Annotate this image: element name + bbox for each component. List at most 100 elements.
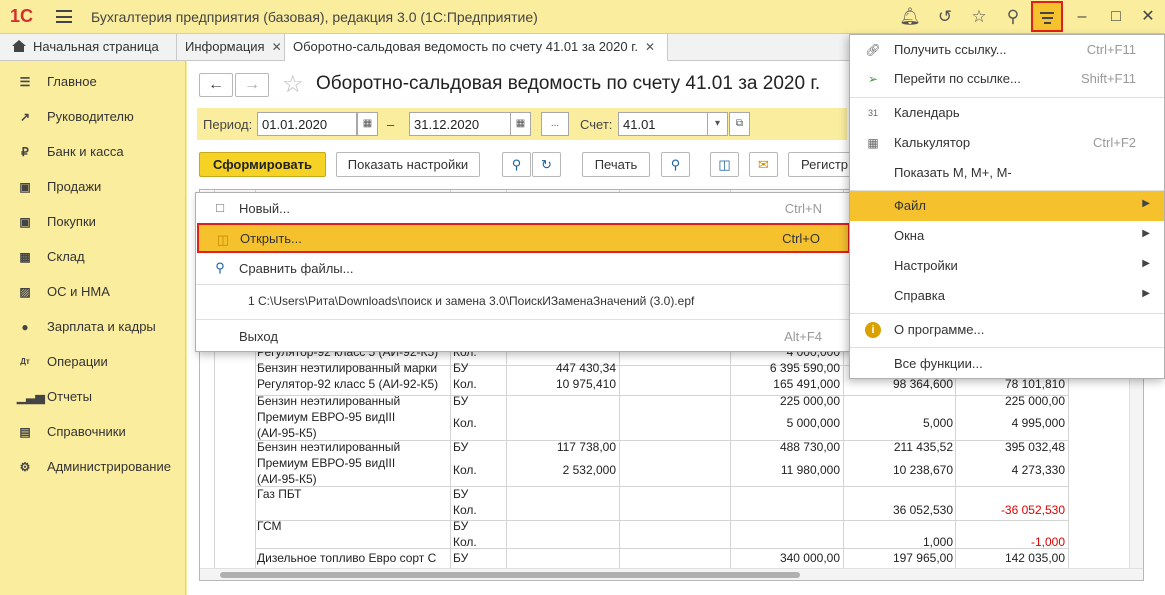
search-icon[interactable]: ⚲ <box>1000 5 1026 29</box>
bell-icon[interactable]: 🔔︎ <box>897 5 923 29</box>
menu-item-calendar[interactable]: 31 Календарь <box>850 98 1164 128</box>
sidebar-item-administration[interactable]: ⚙ Администрирование <box>0 452 186 482</box>
minimize-button[interactable]: – <box>1070 6 1094 28</box>
cell-value: -36 052,530 <box>1000 503 1065 517</box>
menu-item-help[interactable]: Справка ▶ <box>850 281 1164 311</box>
sidebar-item-purchases[interactable]: ▣ Покупки <box>0 207 186 237</box>
truck-icon: ▨ <box>19 285 31 299</box>
sidebar-item-catalogs[interactable]: ▤ Справочники <box>0 417 186 447</box>
sidebar-item-reports[interactable]: ▁▃▅ Отчеты <box>0 382 186 412</box>
menu-item-label: Сравнить файлы... <box>239 261 354 276</box>
preview-icon[interactable]: ⚲ <box>661 152 690 177</box>
menu-item-memory[interactable]: Показать М, М+, М- <box>850 158 1164 188</box>
bag-icon: ▣ <box>19 180 31 194</box>
page-title: Оборотно-сальдовая ведомость по счету 41… <box>316 73 821 94</box>
show-settings-button[interactable]: Показать настройки <box>336 152 480 177</box>
main-menu-button[interactable] <box>1031 1 1063 32</box>
menu-item-label: Показать М, М+, М- <box>894 165 1012 180</box>
menu-item-calculator[interactable]: ▦ Калькулятор Ctrl+F2 <box>850 128 1164 158</box>
menu-item-open[interactable]: ◫ Открыть... Ctrl+O <box>197 223 850 253</box>
find-next-icon[interactable]: ↻ <box>532 152 561 177</box>
history-icon[interactable]: ↺ <box>932 5 958 29</box>
date-from-field[interactable]: 01.01.2020 <box>257 112 357 136</box>
dropdown-icon[interactable]: ▾ <box>707 112 728 136</box>
cell-value: 10 238,670 <box>892 463 953 477</box>
coin-icon: ₽ <box>21 145 29 159</box>
account-field[interactable]: 41.01 <box>618 112 708 136</box>
menu-item-about[interactable]: i О программе... <box>850 315 1164 345</box>
forward-button[interactable]: → <box>235 73 269 97</box>
menu-item-shortcut: Ctrl+N <box>784 201 822 216</box>
cart-icon: ▣ <box>19 215 31 229</box>
row-type: Кол. <box>453 503 477 517</box>
new-file-icon: □ <box>216 200 224 215</box>
menu-item-settings[interactable]: Настройки ▶ <box>850 251 1164 281</box>
print-button[interactable]: Печать <box>582 152 650 177</box>
sidebar-item-manager[interactable]: ↗ Руководителю <box>0 102 186 132</box>
cell-value: 4 273,330 <box>1011 463 1065 477</box>
tab-report[interactable]: Оборотно-сальдовая ведомость по счету 41… <box>285 34 668 62</box>
date-to-field[interactable]: 31.12.2020 <box>409 112 511 136</box>
tab-home[interactable]: Начальная страница <box>0 34 177 61</box>
menu-item-label: Календарь <box>894 105 960 120</box>
sidebar-item-label: Администрирование <box>47 459 171 474</box>
sidebar-item-label: Главное <box>47 74 97 89</box>
bar-chart-icon: ▁▃▅ <box>17 390 45 404</box>
submenu-arrow-icon: ▶ <box>1142 228 1150 239</box>
link-icon: 🔗︎ <box>865 43 881 57</box>
menu-item-exit[interactable]: Выход Alt+F4 <box>196 321 850 351</box>
file-submenu: □ Новый... Ctrl+N ◫ Открыть... Ctrl+O ⚲ … <box>195 192 851 352</box>
sidebar-item-bank[interactable]: ₽ Банк и касса <box>0 137 186 167</box>
menu-item-label: Файл <box>894 198 926 213</box>
menu-item-windows[interactable]: Окна ▶ <box>850 221 1164 251</box>
maximize-button[interactable]: □ <box>1104 6 1128 28</box>
calendar-icon: 31 <box>867 108 878 118</box>
cell-value: 225 000,00 <box>779 394 840 408</box>
menu-item-shortcut: Shift+F11 <box>1080 71 1136 86</box>
tab-info[interactable]: Информация ✕ <box>177 34 285 61</box>
sidebar-item-payroll[interactable]: ● Зарплата и кадры <box>0 312 186 342</box>
sections-panel: ☰ Главное ↗ Руководителю ₽ Банк и касса ▣ Пр… <box>0 61 186 595</box>
sidebar-item-label: Справочники <box>47 424 126 439</box>
register-button[interactable]: Регистр <box>788 152 858 177</box>
calendar-icon[interactable]: ▦ <box>510 112 531 136</box>
menu-item-get-link[interactable]: 🔗︎ Получить ссылку... Ctrl+F11 <box>850 35 1164 65</box>
find-icon[interactable]: ⚲ <box>502 152 531 177</box>
menu-item-new[interactable]: □ Новый... Ctrl+N <box>196 193 850 223</box>
menu-item-label: Получить ссылку... <box>894 42 1007 57</box>
back-button[interactable]: ← <box>199 73 233 97</box>
scrollbar-thumb[interactable] <box>220 572 800 578</box>
row-type: Кол. <box>453 377 477 391</box>
favorites-star-icon[interactable]: ☆ <box>966 5 992 29</box>
calendar-icon[interactable]: ▦ <box>357 112 378 136</box>
menu-item-file[interactable]: Файл ▶ <box>850 191 1164 221</box>
sidebar-item-warehouse[interactable]: ▦ Склад <box>0 242 186 272</box>
generate-button[interactable]: Сформировать <box>199 152 326 177</box>
sidebar-item-label: Отчеты <box>47 389 92 404</box>
mail-icon[interactable]: ✉ <box>749 152 778 177</box>
sidebar-item-main[interactable]: ☰ Главное <box>0 67 186 97</box>
menu-item-recent-file[interactable]: 1 C:\Users\Рита\Downloads\поиск и замена… <box>196 286 850 316</box>
cell-value: 6 395 590,00 <box>769 361 840 375</box>
menu-item-all-functions[interactable]: Все функции... <box>850 349 1164 379</box>
main-menu: 🔗︎ Получить ссылку... Ctrl+F11 ➢ Перейти… <box>849 34 1165 379</box>
close-tab-icon[interactable]: ✕ <box>272 40 282 54</box>
open-account-icon[interactable]: ⧉ <box>729 112 750 136</box>
sidebar-item-assets[interactable]: ▨ ОС и НМА <box>0 277 186 307</box>
sidebar-item-operations[interactable]: Дт Операции <box>0 347 186 377</box>
sections-menu-icon[interactable] <box>56 10 72 23</box>
submenu-arrow-icon: ▶ <box>1142 288 1150 299</box>
period-select-button[interactable]: ... <box>541 112 569 136</box>
save-icon[interactable]: ◫ <box>710 152 739 177</box>
item-name: (АИ-95-К5) <box>257 426 317 440</box>
favorite-star-icon[interactable]: ☆ <box>282 70 304 99</box>
menu-item-label: Все функции... <box>894 356 983 371</box>
menu-item-go-link[interactable]: ➢ Перейти по ссылке... Shift+F11 <box>850 64 1164 94</box>
menu-item-compare[interactable]: ⚲ Сравнить файлы... <box>196 253 850 283</box>
cell-value: 4 995,000 <box>1011 416 1065 430</box>
close-tab-icon[interactable]: ✕ <box>645 40 655 54</box>
sidebar-item-sales[interactable]: ▣ Продажи <box>0 172 186 202</box>
sidebar-item-label: Зарплата и кадры <box>47 319 156 334</box>
horizontal-scrollbar[interactable] <box>200 568 1143 580</box>
close-window-button[interactable]: ✕ <box>1136 6 1160 28</box>
